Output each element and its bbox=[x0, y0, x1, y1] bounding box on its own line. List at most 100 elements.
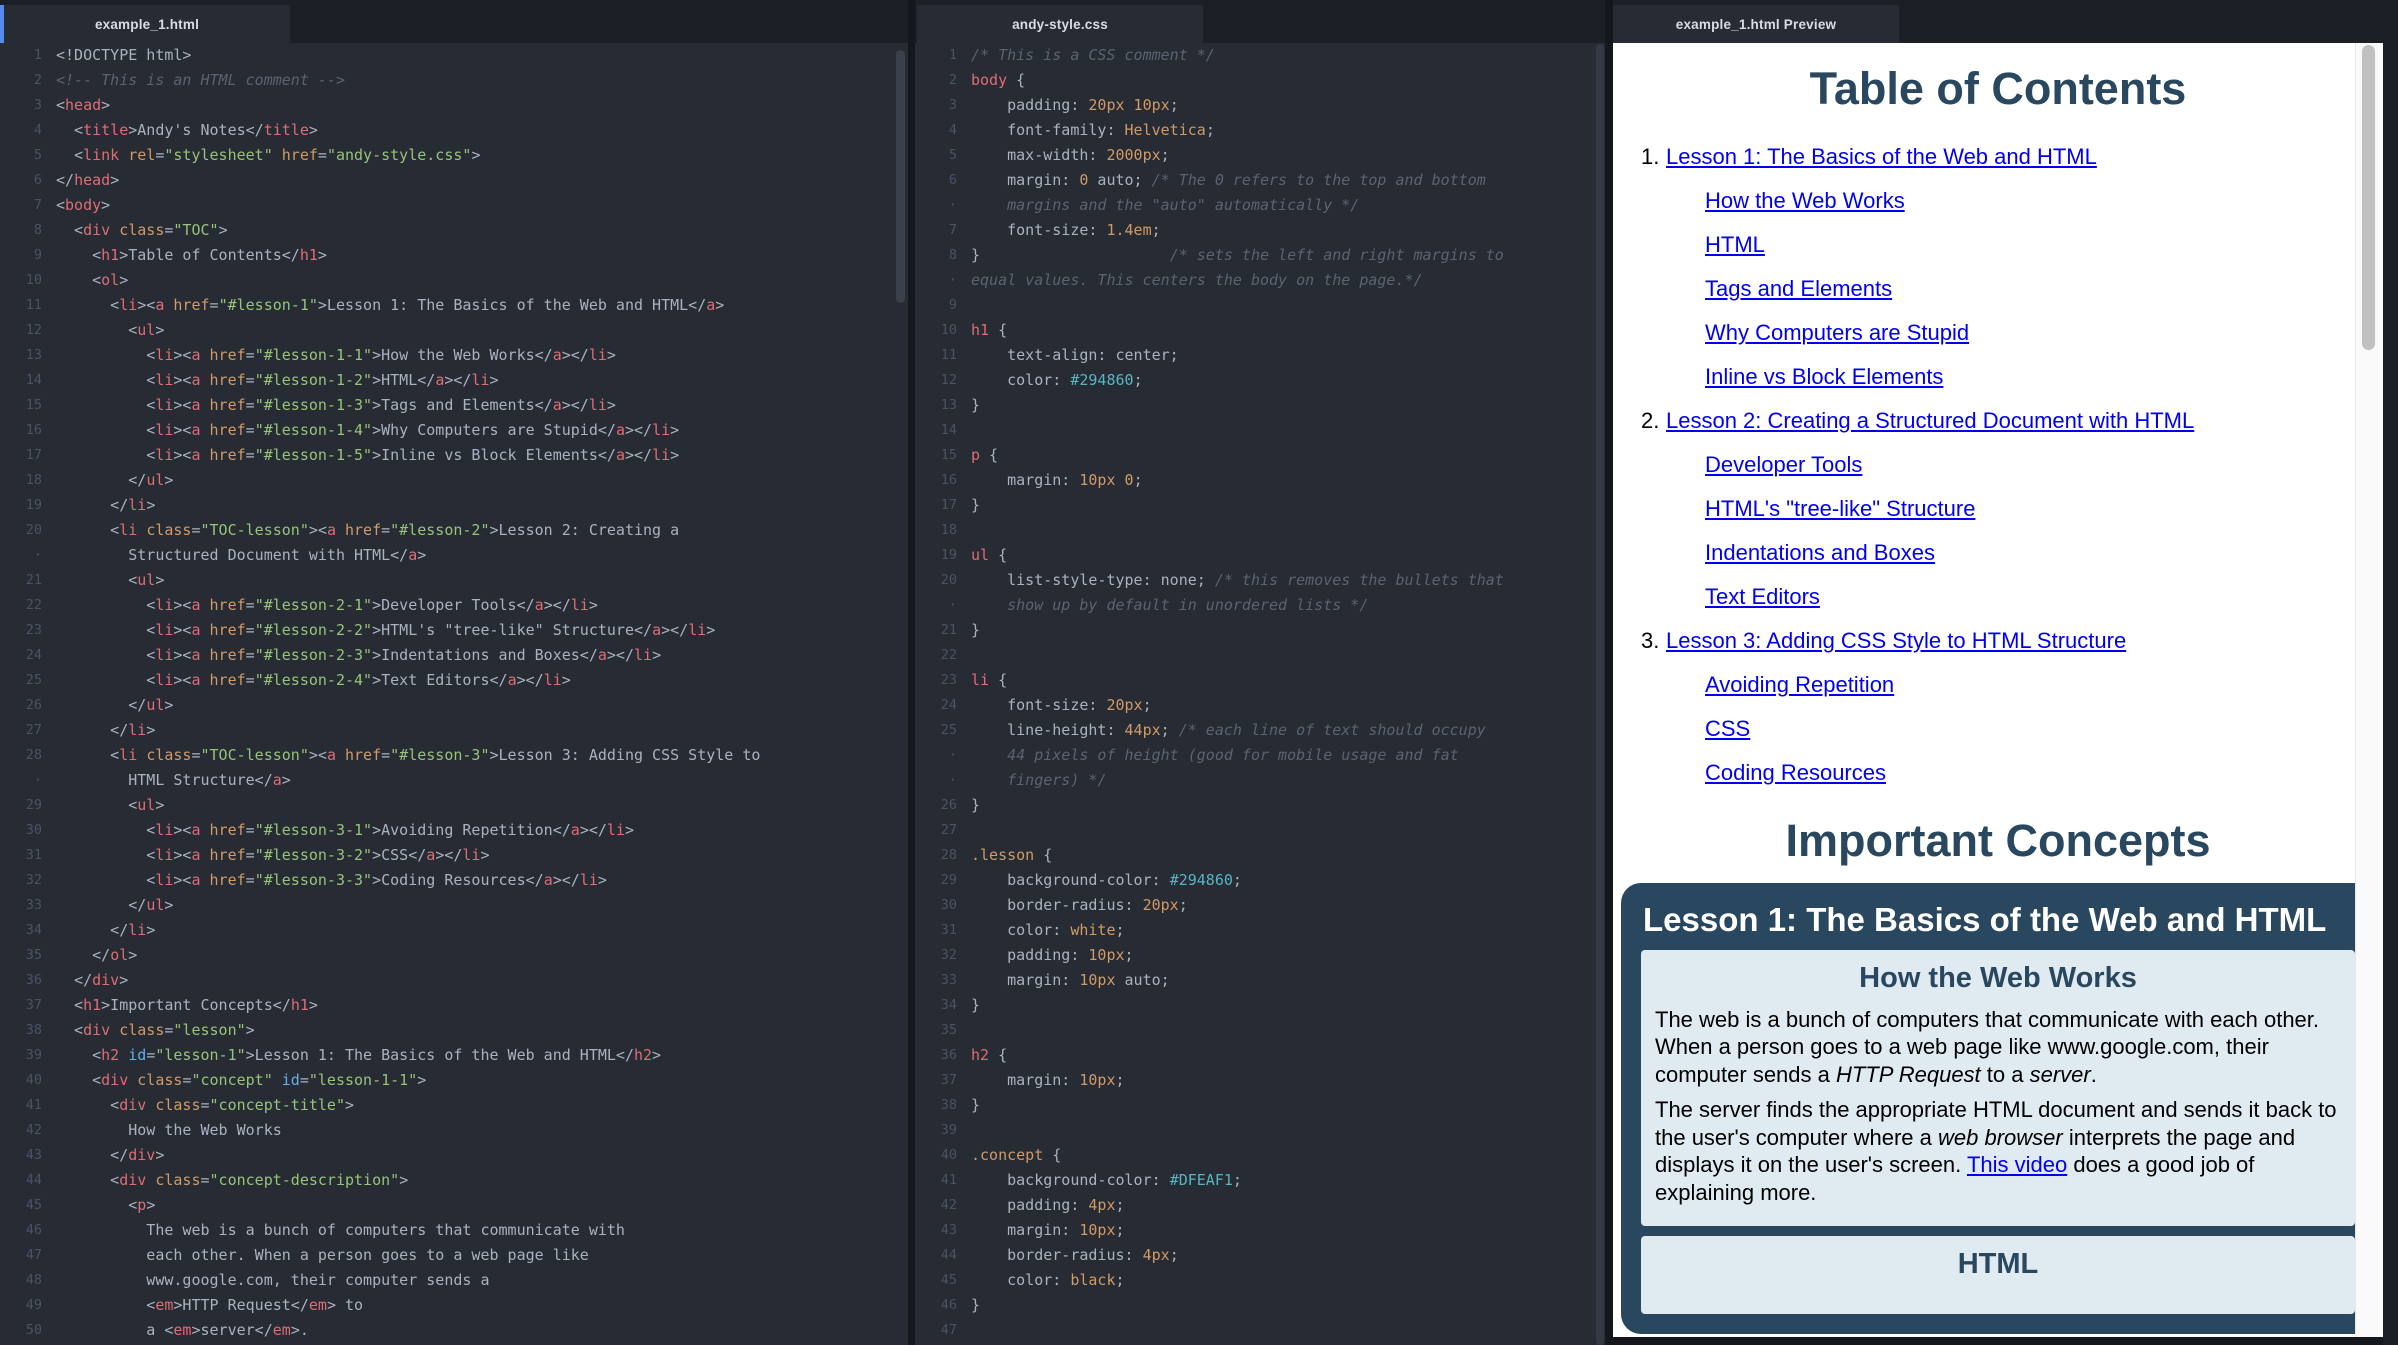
toc-sublink[interactable]: Coding Resources bbox=[1705, 760, 1886, 786]
line-number: 21 bbox=[915, 618, 957, 643]
line-number: 20 bbox=[915, 568, 957, 593]
code-row: 17} bbox=[915, 493, 1605, 518]
toc-link-lesson-3[interactable]: Lesson 3: Adding CSS Style to HTML Struc… bbox=[1666, 628, 2126, 654]
line-number: 33 bbox=[915, 968, 957, 993]
toc-link-lesson-2[interactable]: Lesson 2: Creating a Structured Document… bbox=[1666, 408, 2194, 434]
tab-example-html[interactable]: example_1.html bbox=[4, 5, 290, 43]
line-number: 29 bbox=[915, 868, 957, 893]
toc-sublink[interactable]: Developer Tools bbox=[1705, 452, 1862, 478]
code-line: <li class="TOC-lesson"><a href="#lesson-… bbox=[42, 518, 679, 543]
lesson-1-heading: Lesson 1: The Basics of the Web and HTML bbox=[1643, 901, 2353, 940]
code-line: show up by default in unordered lists */ bbox=[957, 593, 1368, 618]
code-row: 43 </div> bbox=[0, 1143, 908, 1168]
toc-sublink[interactable]: CSS bbox=[1705, 716, 1750, 742]
line-number: 17 bbox=[0, 443, 42, 468]
concept-title: How the Web Works bbox=[1655, 958, 2341, 998]
line-number: 19 bbox=[0, 493, 42, 518]
toc-sublink[interactable]: Avoiding Repetition bbox=[1705, 672, 1894, 698]
pane-preview: example_1.html Preview Table of Contents… bbox=[1613, 0, 2398, 1345]
code-line: </div> bbox=[42, 968, 128, 993]
line-number: 45 bbox=[0, 1193, 42, 1218]
code-line: <li class="TOC-lesson"><a href="#lesson-… bbox=[42, 743, 760, 768]
line-number: 5 bbox=[915, 143, 957, 168]
line-number: 36 bbox=[915, 1043, 957, 1068]
css-code-editor[interactable]: 1/* This is a CSS comment */2body {3 pad… bbox=[915, 43, 1605, 1345]
line-number: 13 bbox=[915, 393, 957, 418]
css-editor-scrollbar-thumb[interactable] bbox=[1596, 44, 1604, 1345]
line-number: 6 bbox=[0, 168, 42, 193]
code-line: <h1>Important Concepts</h1> bbox=[42, 993, 318, 1018]
code-line: <li><a href="#lesson-1-4">Why Computers … bbox=[42, 418, 679, 443]
line-number: 12 bbox=[0, 318, 42, 343]
toc-sublink[interactable]: HTML's "tree-like" Structure bbox=[1705, 496, 1975, 522]
code-line: The web is a bunch of computers that com… bbox=[42, 1218, 625, 1243]
code-line: } bbox=[957, 493, 980, 518]
code-line: line-height: 44px; /* each line of text … bbox=[957, 718, 1486, 743]
toc-subitem: How the Web Works bbox=[1641, 179, 2383, 223]
preview-scrollbar-thumb[interactable] bbox=[2362, 45, 2375, 350]
code-line: margin: 10px; bbox=[957, 1068, 1125, 1093]
code-row: · HTML Structure</a> bbox=[0, 768, 908, 793]
code-line bbox=[957, 1318, 971, 1343]
code-row: 35 bbox=[915, 1018, 1605, 1043]
line-number: 10 bbox=[0, 268, 42, 293]
toc-sublink[interactable]: Inline vs Block Elements bbox=[1705, 364, 1943, 390]
line-number: 28 bbox=[0, 743, 42, 768]
toc-sublink[interactable]: Text Editors bbox=[1705, 584, 1820, 610]
line-number: 44 bbox=[0, 1168, 42, 1193]
code-row: 6</head> bbox=[0, 168, 908, 193]
code-row: 29 <ul> bbox=[0, 793, 908, 818]
code-line: <head> bbox=[42, 93, 110, 118]
code-row: 42 How the Web Works bbox=[0, 1118, 908, 1143]
code-row: 21 <ul> bbox=[0, 568, 908, 593]
code-row: 10 <ol> bbox=[0, 268, 908, 293]
code-row: 34 </li> bbox=[0, 918, 908, 943]
line-number: 34 bbox=[915, 993, 957, 1018]
line-number: 35 bbox=[915, 1018, 957, 1043]
code-line: margin: 10px 0; bbox=[957, 468, 1143, 493]
code-line bbox=[957, 518, 971, 543]
code-line: <body> bbox=[42, 193, 110, 218]
code-line: </ul> bbox=[42, 693, 173, 718]
code-row: 47 each other. When a person goes to a w… bbox=[0, 1243, 908, 1268]
code-row: 26 </ul> bbox=[0, 693, 908, 718]
toc-subitem: Inline vs Block Elements bbox=[1641, 355, 2383, 399]
line-number: 32 bbox=[915, 943, 957, 968]
code-line: Structured Document with HTML</a> bbox=[42, 543, 426, 568]
code-row: 7 font-size: 1.4em; bbox=[915, 218, 1605, 243]
toc-sublink[interactable]: Tags and Elements bbox=[1705, 276, 1892, 302]
toc-sublink[interactable]: Indentations and Boxes bbox=[1705, 540, 1935, 566]
this-video-link[interactable]: This video bbox=[1967, 1152, 2067, 1177]
code-row: 36h2 { bbox=[915, 1043, 1605, 1068]
html-editor-scrollbar-thumb[interactable] bbox=[896, 50, 905, 303]
code-row: 10h1 { bbox=[915, 318, 1605, 343]
code-row: 24 <li><a href="#lesson-2-3">Indentation… bbox=[0, 643, 908, 668]
tab-andy-style-css[interactable]: andy-style.css bbox=[917, 5, 1203, 43]
toc-sublink[interactable]: HTML bbox=[1705, 232, 1765, 258]
code-line: <p> bbox=[42, 1193, 155, 1218]
line-number: 47 bbox=[915, 1318, 957, 1343]
tab-html-preview[interactable]: example_1.html Preview bbox=[1613, 5, 1899, 43]
code-row: 48 www.google.com, their computer sends … bbox=[0, 1268, 908, 1293]
code-line: </div> bbox=[42, 1143, 164, 1168]
code-row: 28 <li class="TOC-lesson"><a href="#less… bbox=[0, 743, 908, 768]
html-code-editor[interactable]: 1<!DOCTYPE html>2<!-- This is an HTML co… bbox=[0, 43, 908, 1345]
code-row: 3<head> bbox=[0, 93, 908, 118]
preview-scrollbar-track[interactable] bbox=[2355, 43, 2383, 1337]
line-number: 15 bbox=[915, 443, 957, 468]
preview-toc-heading: Table of Contents bbox=[1643, 63, 2353, 115]
line-number: 43 bbox=[915, 1218, 957, 1243]
code-row: 7<body> bbox=[0, 193, 908, 218]
code-row: 13} bbox=[915, 393, 1605, 418]
code-row: 32 padding: 10px; bbox=[915, 943, 1605, 968]
code-line: margin: 10px auto; bbox=[957, 968, 1170, 993]
lesson-1-card: Lesson 1: The Basics of the Web and HTML… bbox=[1621, 883, 2375, 1334]
code-row: 32 <li><a href="#lesson-3-3">Coding Reso… bbox=[0, 868, 908, 893]
line-number: 22 bbox=[0, 593, 42, 618]
toc-link-lesson-1[interactable]: Lesson 1: The Basics of the Web and HTML bbox=[1666, 144, 2097, 170]
toc-sublink[interactable]: Why Computers are Stupid bbox=[1705, 320, 1969, 346]
toc-sublink[interactable]: How the Web Works bbox=[1705, 188, 1905, 214]
code-line: padding: 10px; bbox=[957, 943, 1134, 968]
code-row: 13 <li><a href="#lesson-1-1">How the Web… bbox=[0, 343, 908, 368]
line-number: 25 bbox=[915, 718, 957, 743]
